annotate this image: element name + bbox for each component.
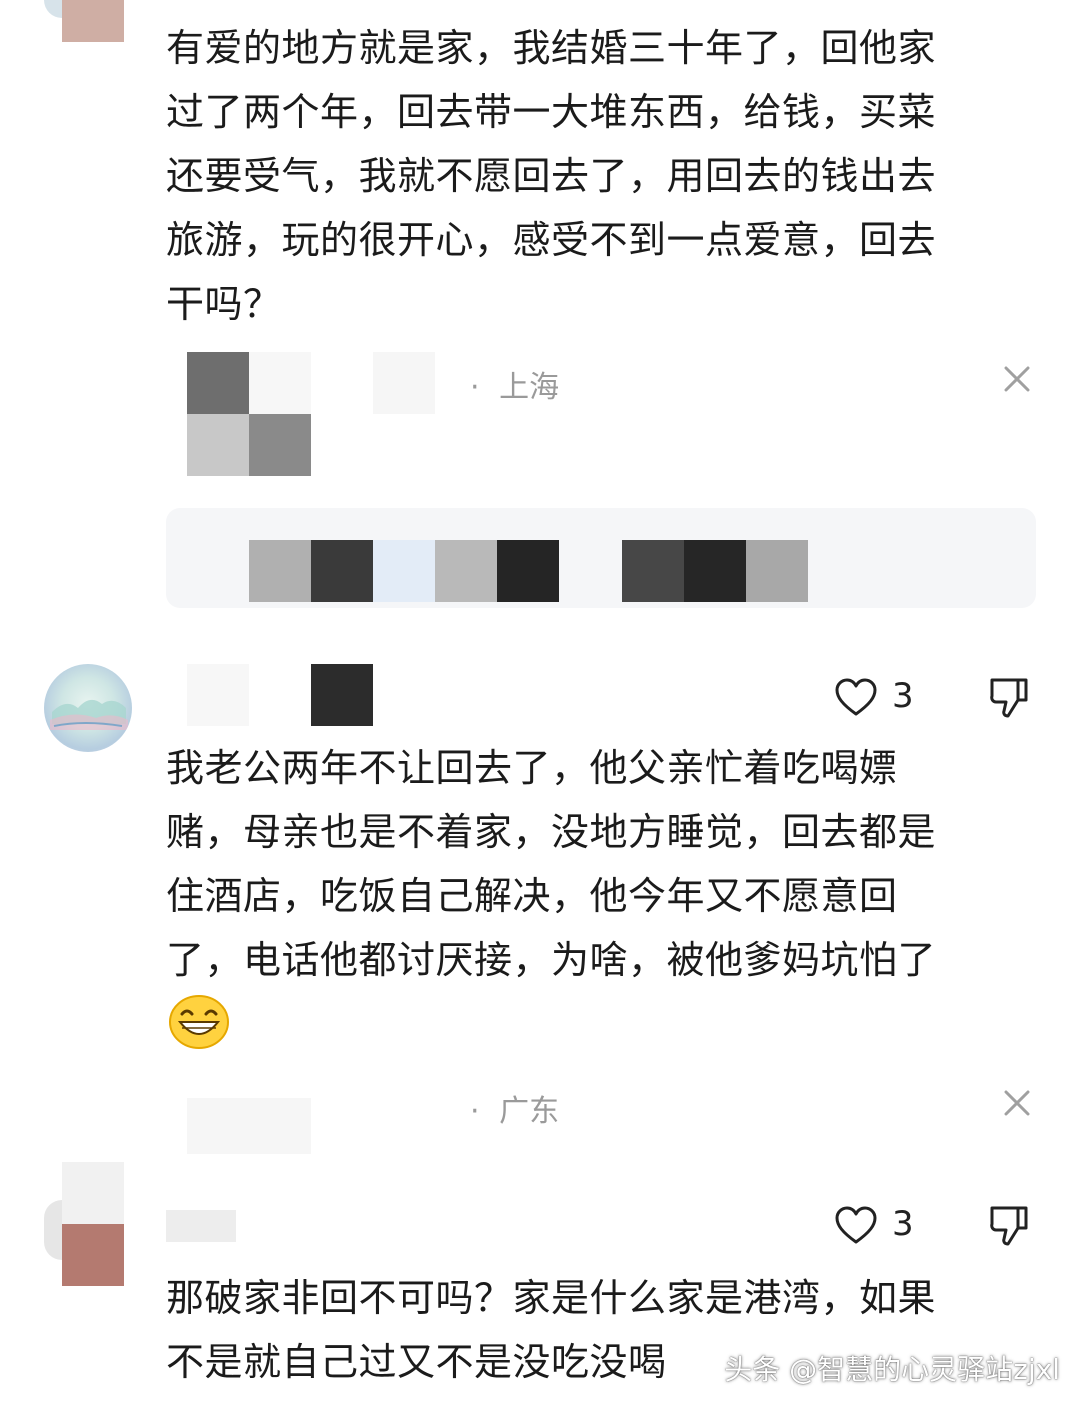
reply-1-meta: · 上海 bbox=[470, 362, 559, 406]
close-icon[interactable] bbox=[1002, 364, 1032, 394]
reply-2-meta: · 广东 bbox=[470, 1086, 559, 1130]
comment-line: 那破家非回不可吗？家是什么家是港湾，如果 bbox=[166, 1276, 937, 1320]
avatar[interactable] bbox=[62, 1162, 124, 1286]
comment-line: 干吗？ bbox=[166, 282, 282, 326]
like-button[interactable]: 3 bbox=[834, 676, 924, 720]
comment-line: 我老公两年不让回去了，他父亲忙着吃喝嫖 bbox=[166, 746, 898, 790]
meta-separator: · bbox=[470, 370, 480, 405]
meta-separator: · bbox=[470, 1094, 480, 1129]
like-button[interactable]: 3 bbox=[834, 1204, 924, 1248]
comment-line: 过了两个年，回去带一大堆东西，给钱，买菜 bbox=[166, 90, 937, 134]
comment-line: 了，电话他都讨厌接，为啥，被他爹妈坑怕了 bbox=[166, 938, 937, 982]
like-count: 3 bbox=[892, 676, 914, 716]
watermark: 头条 @智慧的心灵驿站zjxl bbox=[724, 1353, 1060, 1386]
comment-line: 赌，母亲也是不着家，没地方睡觉，回去都是 bbox=[166, 810, 937, 854]
reply-avatar-pixelated[interactable] bbox=[187, 1098, 311, 1154]
comment-2-text: 我老公两年不让回去了，他父亲忙着吃喝嫖 赌，母亲也是不着家，没地方睡觉，回去都是… bbox=[166, 736, 1036, 992]
avatar-edge bbox=[44, 1200, 62, 1260]
thumbs-down-icon bbox=[990, 1206, 1028, 1246]
grinning-face-emoji bbox=[168, 994, 230, 1049]
comment-line: 旅游，玩的很开心，感受不到一点爱意，回去 bbox=[166, 218, 937, 262]
avatar-top[interactable] bbox=[62, 0, 124, 42]
comment-line: 有爱的地方就是家，我结婚三十年了，回他家 bbox=[166, 26, 937, 70]
heart-outline-icon bbox=[835, 678, 877, 716]
comment-1-text: 有爱的地方就是家，我结婚三十年了，回他家 过了两个年，回去带一大堆东西，给钱，买… bbox=[166, 16, 1036, 336]
location-label: 广东 bbox=[499, 1094, 560, 1129]
comment-line: 还要受气，我就不愿回去了，用回去的钱出去 bbox=[166, 154, 937, 198]
dislike-button[interactable] bbox=[988, 1204, 1030, 1248]
location-label: 上海 bbox=[499, 370, 560, 405]
reply-username-pixelated[interactable] bbox=[373, 352, 435, 414]
close-icon[interactable] bbox=[1002, 1088, 1032, 1118]
heart-outline-icon bbox=[835, 1206, 877, 1244]
reply-avatar-pixelated[interactable] bbox=[187, 352, 311, 476]
avatar-top-edge bbox=[44, 0, 62, 18]
quoted-reply-pixelated-text bbox=[249, 540, 809, 602]
thumbs-down-icon bbox=[990, 678, 1028, 718]
avatar[interactable] bbox=[44, 664, 132, 752]
username-pixelated[interactable] bbox=[187, 664, 373, 726]
dislike-button[interactable] bbox=[988, 676, 1030, 720]
comment-line: 住酒店，吃饭自己解决，他今年又不愿意回 bbox=[166, 874, 898, 918]
username-pixelated[interactable] bbox=[166, 1210, 236, 1242]
like-count: 3 bbox=[892, 1204, 914, 1244]
